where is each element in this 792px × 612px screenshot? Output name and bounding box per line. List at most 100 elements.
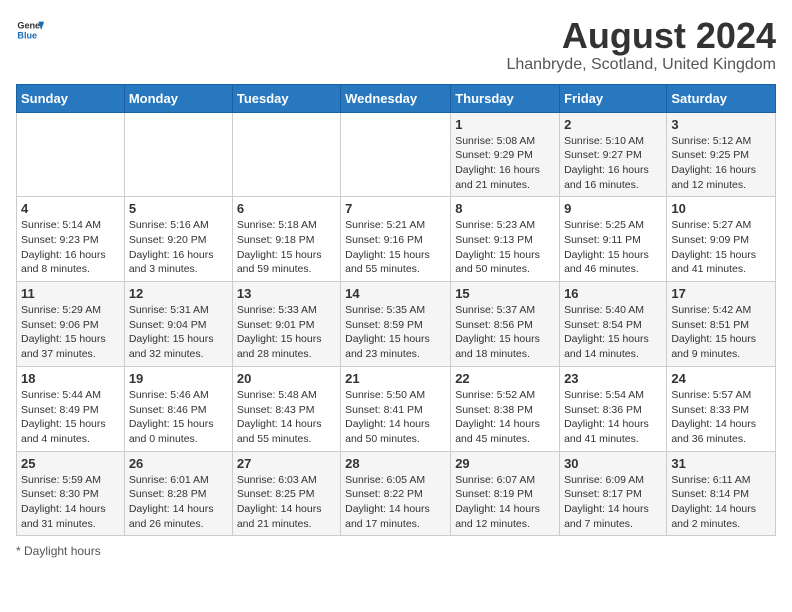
weekday-header-saturday: Saturday [667,84,776,112]
day-number: 8 [455,201,555,216]
calendar-cell: 15 Sunrise: 5:37 AMSunset: 8:56 PMDayligh… [451,282,560,367]
day-number: 20 [237,371,336,386]
calendar-cell: 21 Sunrise: 5:50 AMSunset: 8:41 PMDayligh… [341,366,451,451]
day-info: Sunrise: 6:07 AMSunset: 8:19 PMDaylight:… [455,473,555,532]
day-info: Sunrise: 6:03 AMSunset: 8:25 PMDaylight:… [237,473,336,532]
calendar-cell: 4 Sunrise: 5:14 AMSunset: 9:23 PMDaylight… [17,197,125,282]
calendar-week-row: 18Sunrise: 5:44 AMSunset: 8:49 PMDayligh… [17,366,776,451]
calendar-cell [341,112,451,197]
day-info: Sunrise: 5:18 AMSunset: 9:18 PMDaylight:… [237,218,336,277]
calendar-cell: 10 Sunrise: 5:27 AMSunset: 9:09 PMDayligh… [667,197,776,282]
weekday-header-wednesday: Wednesday [341,84,451,112]
day-number: 9 [564,201,662,216]
day-number: 3 [671,117,771,132]
day-info: Sunrise: 5:48 AMSunset: 8:43 PMDaylight:… [237,388,336,447]
calendar-cell: 20 Sunrise: 5:48 AMSunset: 8:43 PMDayligh… [232,366,340,451]
weekday-header-sunday: Sunday [17,84,125,112]
calendar-cell: 23 Sunrise: 5:54 AMSunset: 8:36 PMDayligh… [560,366,667,451]
day-number: 21 [345,371,446,386]
day-info: Sunrise: 5:50 AMSunset: 8:41 PMDaylight:… [345,388,446,447]
day-number: 1 [455,117,555,132]
header: General Blue August 2024 Lhanbryde, Scot… [16,16,776,74]
calendar-cell: 19Sunrise: 5:46 AMSunset: 8:46 PMDayligh… [124,366,232,451]
day-number: 31 [671,456,771,471]
svg-text:Blue: Blue [17,30,37,40]
day-number: 2 [564,117,662,132]
day-info: Sunrise: 5:42 AMSunset: 8:51 PMDaylight:… [671,303,771,362]
day-number: 4 [21,201,120,216]
day-info: Sunrise: 5:59 AMSunset: 8:30 PMDaylight:… [21,473,120,532]
day-number: 16 [564,286,662,301]
calendar-cell: 8Sunrise: 5:23 AMSunset: 9:13 PMDaylight… [451,197,560,282]
day-number: 23 [564,371,662,386]
day-number: 5 [129,201,228,216]
day-info: Sunrise: 6:01 AMSunset: 8:28 PMDaylight:… [129,473,228,532]
day-number: 29 [455,456,555,471]
calendar-cell: 17 Sunrise: 5:42 AMSunset: 8:51 PMDayligh… [667,282,776,367]
day-info: Sunrise: 5:27 AMSunset: 9:09 PMDaylight:… [671,218,771,277]
calendar-header: SundayMondayTuesdayWednesdayThursdayFrid… [17,84,776,112]
day-info: Sunrise: 5:08 AMSunset: 9:29 PMDaylight:… [455,134,555,193]
day-number: 26 [129,456,228,471]
calendar-cell: 28 Sunrise: 6:05 AMSunset: 8:22 PMDayligh… [341,451,451,536]
calendar-cell: 12 Sunrise: 5:31 AMSunset: 9:04 PMDayligh… [124,282,232,367]
daylight-note: Daylight hours [24,544,101,558]
calendar-cell: 27 Sunrise: 6:03 AMSunset: 8:25 PMDayligh… [232,451,340,536]
calendar-cell: 7Sunrise: 5:21 AMSunset: 9:16 PMDaylight… [341,197,451,282]
logo-icon: General Blue [16,16,44,44]
day-number: 30 [564,456,662,471]
day-number: 22 [455,371,555,386]
day-info: Sunrise: 5:52 AMSunset: 8:38 PMDaylight:… [455,388,555,447]
calendar-cell: 3 Sunrise: 5:12 AMSunset: 9:25 PMDaylight… [667,112,776,197]
day-number: 18 [21,371,120,386]
calendar-table: SundayMondayTuesdayWednesdayThursdayFrid… [16,84,776,537]
calendar-cell [232,112,340,197]
calendar-week-row: 4 Sunrise: 5:14 AMSunset: 9:23 PMDaylight… [17,197,776,282]
calendar-cell: 29 Sunrise: 6:07 AMSunset: 8:19 PMDayligh… [451,451,560,536]
calendar-cell: 13Sunrise: 5:33 AMSunset: 9:01 PMDayligh… [232,282,340,367]
day-number: 6 [237,201,336,216]
day-info: Sunrise: 6:05 AMSunset: 8:22 PMDaylight:… [345,473,446,532]
day-info: Sunrise: 5:31 AMSunset: 9:04 PMDaylight:… [129,303,228,362]
day-number: 17 [671,286,771,301]
day-info: Sunrise: 5:54 AMSunset: 8:36 PMDaylight:… [564,388,662,447]
calendar-cell: 1 Sunrise: 5:08 AMSunset: 9:29 PMDaylight… [451,112,560,197]
day-number: 10 [671,201,771,216]
calendar-cell: 9Sunrise: 5:25 AMSunset: 9:11 PMDaylight… [560,197,667,282]
day-info: Sunrise: 5:46 AMSunset: 8:46 PMDaylight:… [129,388,228,447]
day-info: Sunrise: 5:12 AMSunset: 9:25 PMDaylight:… [671,134,771,193]
weekday-header-row: SundayMondayTuesdayWednesdayThursdayFrid… [17,84,776,112]
calendar-cell: 22 Sunrise: 5:52 AMSunset: 8:38 PMDayligh… [451,366,560,451]
weekday-header-monday: Monday [124,84,232,112]
day-info: Sunrise: 5:57 AMSunset: 8:33 PMDaylight:… [671,388,771,447]
calendar-cell: 6 Sunrise: 5:18 AMSunset: 9:18 PMDaylight… [232,197,340,282]
calendar-cell: 26 Sunrise: 6:01 AMSunset: 8:28 PMDayligh… [124,451,232,536]
calendar-cell: 2Sunrise: 5:10 AMSunset: 9:27 PMDaylight… [560,112,667,197]
day-number: 14 [345,286,446,301]
day-info: Sunrise: 5:33 AMSunset: 9:01 PMDaylight:… [237,303,336,362]
day-number: 12 [129,286,228,301]
day-info: Sunrise: 5:37 AMSunset: 8:56 PMDaylight:… [455,303,555,362]
calendar-cell [17,112,125,197]
calendar-cell: 30 Sunrise: 6:09 AMSunset: 8:17 PMDayligh… [560,451,667,536]
month-year-title: August 2024 [506,16,776,56]
day-info: Sunrise: 5:16 AMSunset: 9:20 PMDaylight:… [129,218,228,277]
logo: General Blue [16,16,44,44]
calendar-cell: 25 Sunrise: 5:59 AMSunset: 8:30 PMDayligh… [17,451,125,536]
location-subtitle: Lhanbryde, Scotland, United Kingdom [506,56,776,74]
day-info: Sunrise: 5:35 AMSunset: 8:59 PMDaylight:… [345,303,446,362]
calendar-week-row: 11 Sunrise: 5:29 AMSunset: 9:06 PMDayligh… [17,282,776,367]
day-number: 28 [345,456,446,471]
day-info: Sunrise: 5:14 AMSunset: 9:23 PMDaylight:… [21,218,120,277]
day-info: Sunrise: 5:29 AMSunset: 9:06 PMDaylight:… [21,303,120,362]
calendar-cell: 14 Sunrise: 5:35 AMSunset: 8:59 PMDayligh… [341,282,451,367]
day-number: 15 [455,286,555,301]
day-info: Sunrise: 6:09 AMSunset: 8:17 PMDaylight:… [564,473,662,532]
weekday-header-tuesday: Tuesday [232,84,340,112]
day-number: 11 [21,286,120,301]
day-info: Sunrise: 5:40 AMSunset: 8:54 PMDaylight:… [564,303,662,362]
day-number: 25 [21,456,120,471]
day-number: 27 [237,456,336,471]
calendar-cell: 31Sunrise: 6:11 AMSunset: 8:14 PMDayligh… [667,451,776,536]
weekday-header-thursday: Thursday [451,84,560,112]
